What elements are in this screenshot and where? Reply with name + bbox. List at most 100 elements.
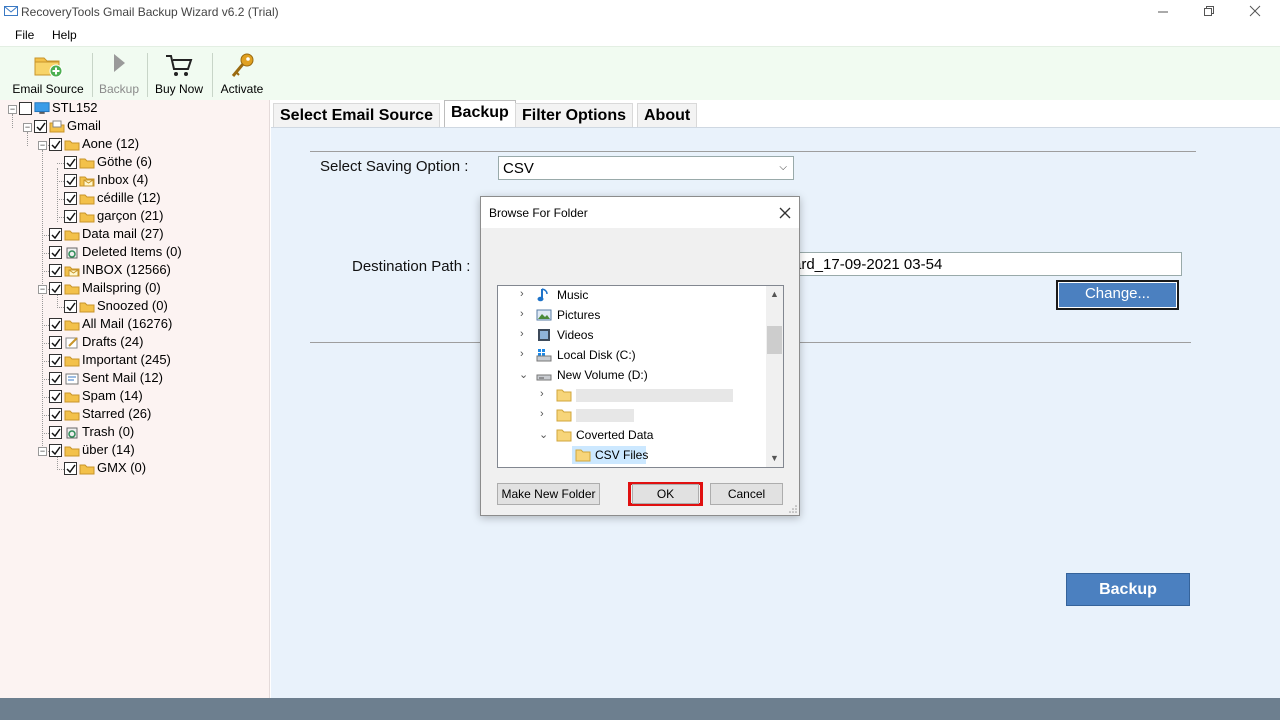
folder-node-new-volume[interactable]: ⌄ New Volume (D:) (498, 366, 768, 384)
checkbox-checked[interactable] (49, 354, 62, 367)
checkbox-checked[interactable] (64, 210, 77, 223)
change-button[interactable]: Change... (1056, 280, 1179, 310)
checkbox-checked[interactable] (49, 138, 62, 151)
checkbox-checked[interactable] (49, 246, 62, 259)
folder-node-csv-files[interactable]: CSV Files (572, 446, 648, 464)
folder-icon (64, 284, 80, 295)
collapse-toggle[interactable]: − (38, 447, 47, 456)
folder-icon (64, 410, 80, 421)
checkbox[interactable] (19, 102, 32, 115)
chevron-right-icon[interactable]: › (520, 288, 530, 300)
tree-connector (57, 181, 64, 182)
folder-icon (64, 356, 80, 367)
menu-bar: File Help (0, 24, 1280, 46)
checkbox-checked[interactable] (49, 408, 62, 421)
checkbox-checked[interactable] (49, 426, 62, 439)
tab-about[interactable]: About (637, 103, 698, 127)
folder-node-videos[interactable]: › Videos (498, 326, 768, 344)
buy-now-label: Buy Now (154, 82, 204, 96)
videos-icon (538, 329, 550, 341)
activate-button[interactable]: Activate (216, 49, 268, 99)
pictures-icon (536, 309, 552, 321)
folder-browser-tree[interactable]: › Music › Pictures › Videos › Local Disk… (497, 285, 784, 468)
checkbox-checked[interactable] (49, 390, 62, 403)
chevron-right-icon[interactable]: › (540, 388, 550, 400)
tab-filter-options[interactable]: Filter Options (515, 103, 633, 127)
checkbox-checked[interactable] (49, 372, 62, 385)
minimize-icon[interactable] (1140, 2, 1186, 22)
tree-connector (42, 379, 49, 380)
checkbox-checked[interactable] (34, 120, 47, 133)
folder-icon (556, 429, 572, 442)
checkbox-checked[interactable] (49, 264, 62, 277)
folder-icon (79, 212, 95, 223)
tab-select-email-source[interactable]: Select Email Source (273, 103, 440, 127)
folder-node-coverted-data[interactable]: ⌄ Coverted Data (498, 426, 768, 444)
tree-connector (42, 343, 49, 344)
backup-toolbar-label: Backup (98, 82, 140, 96)
chevron-down-icon[interactable]: ⌄ (519, 368, 529, 381)
scroll-down-icon[interactable]: ▼ (766, 450, 783, 467)
chevron-right-icon[interactable]: › (520, 328, 530, 340)
collapse-toggle[interactable]: − (38, 285, 47, 294)
checkbox-checked[interactable] (64, 156, 77, 169)
checkbox-checked[interactable] (49, 228, 62, 241)
make-new-folder-button[interactable]: Make New Folder (497, 483, 600, 505)
saving-option-select[interactable]: CSV ⌵ (498, 156, 794, 180)
folder-node-redacted[interactable]: › (498, 406, 768, 424)
folder-node-music[interactable]: › Music (498, 286, 768, 304)
close-icon[interactable] (779, 201, 791, 224)
checkbox-checked[interactable] (64, 300, 77, 313)
tree-connector (42, 271, 49, 272)
menu-file[interactable]: File (15, 28, 34, 42)
mail-icon (4, 6, 18, 16)
folder-node-local-disk[interactable]: › Local Disk (C:) (498, 346, 768, 364)
checkbox-checked[interactable] (49, 282, 62, 295)
collapse-toggle[interactable]: − (38, 141, 47, 150)
backup-toolbar-button[interactable]: Backup (96, 49, 142, 99)
checkbox-checked[interactable] (64, 192, 77, 205)
restore-icon[interactable] (1186, 2, 1232, 22)
ok-button[interactable]: OK (632, 484, 699, 504)
folder-node-redacted[interactable]: › (498, 386, 768, 404)
chevron-down-icon[interactable]: ⌄ (539, 428, 549, 441)
key-icon (231, 53, 254, 77)
destination-path-input[interactable]: ard_17-09-2021 03-54 (786, 252, 1182, 276)
folder-node-pictures[interactable]: › Pictures (498, 306, 768, 324)
tree-connector (42, 433, 49, 434)
scroll-thumb[interactable] (767, 326, 782, 354)
resize-grip-icon[interactable] (789, 505, 797, 513)
scroll-up-icon[interactable]: ▲ (766, 286, 783, 303)
close-icon[interactable] (1232, 2, 1278, 22)
menu-help[interactable]: Help (52, 28, 77, 42)
destination-path-label: Destination Path : (352, 258, 471, 275)
divider (310, 151, 1196, 152)
chevron-right-icon[interactable]: › (520, 348, 530, 360)
toolbar-separator (92, 53, 93, 97)
browse-for-folder-dialog: Browse For Folder › Music › Pictures › V… (480, 196, 800, 516)
tab-backup[interactable]: Backup (444, 100, 516, 127)
saving-option-label: Select Saving Option : (320, 158, 469, 175)
cancel-button[interactable]: Cancel (710, 483, 783, 505)
music-icon (537, 288, 548, 302)
checkbox-checked[interactable] (49, 444, 62, 457)
inbox-folder-icon (79, 176, 95, 187)
email-source-button[interactable]: Email Source (8, 49, 88, 99)
chevron-right-icon[interactable]: › (540, 408, 550, 420)
play-icon (114, 54, 125, 72)
vertical-scrollbar[interactable]: ▲ ▼ (766, 286, 783, 467)
collapse-toggle[interactable]: − (23, 123, 32, 132)
redacted-label (576, 409, 634, 422)
buy-now-button[interactable]: Buy Now (151, 49, 207, 99)
tree-connector (42, 361, 49, 362)
backup-button[interactable]: Backup (1066, 573, 1190, 606)
collapse-toggle[interactable]: − (8, 105, 17, 114)
checkbox-checked[interactable] (64, 174, 77, 187)
checkbox-checked[interactable] (49, 336, 62, 349)
chevron-right-icon[interactable]: › (520, 308, 530, 320)
folder-icon (64, 446, 80, 457)
tree-connector (42, 325, 49, 326)
checkbox-checked[interactable] (49, 318, 62, 331)
drafts-icon (65, 337, 78, 349)
checkbox-checked[interactable] (64, 462, 77, 475)
